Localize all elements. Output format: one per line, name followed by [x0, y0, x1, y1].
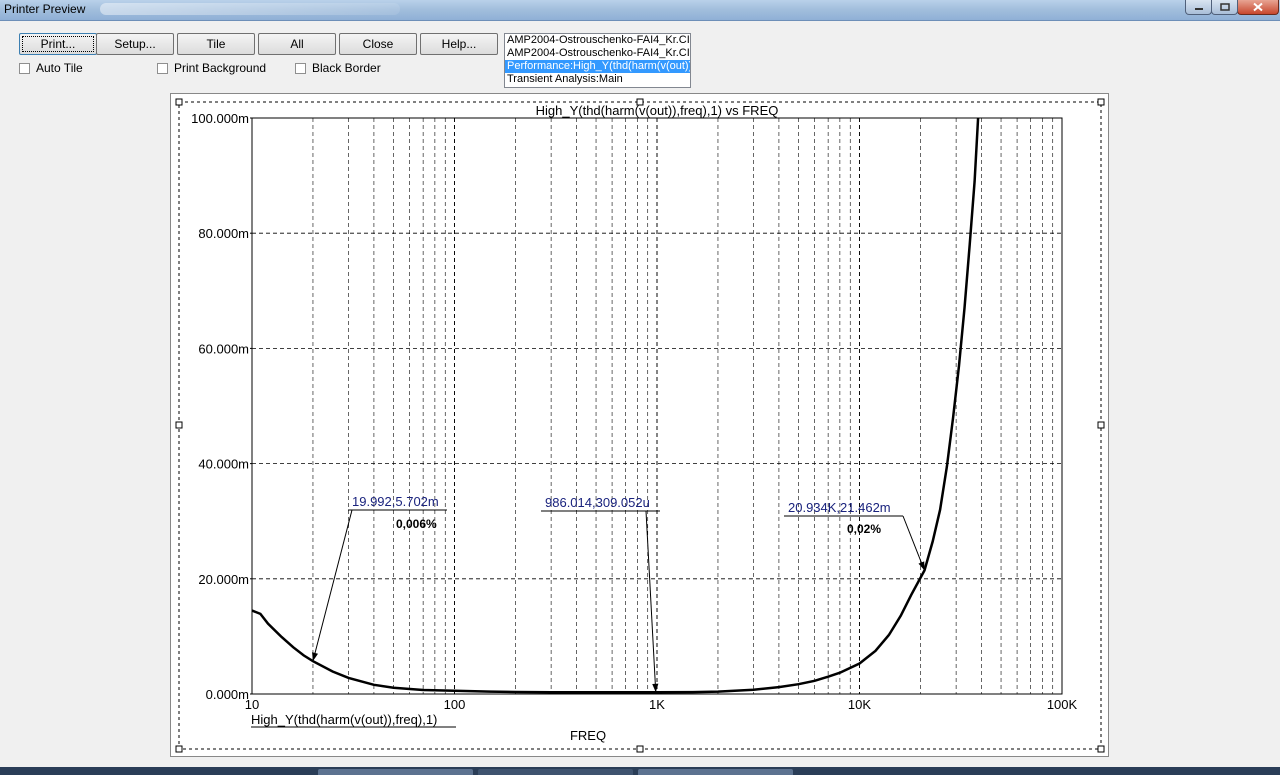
page-list-item[interactable]: AMP2004-Ostrouschenko-FAI4_Kr.CIR [505, 47, 690, 60]
x-tick-label: 100 [444, 697, 466, 712]
maximize-icon [1219, 3, 1230, 11]
checkbox-box[interactable] [19, 62, 30, 74]
minimize-window-button[interactable] [1185, 0, 1212, 15]
y-tick-label: 100.000m [191, 111, 249, 126]
y-tick-label: 80.000m [198, 226, 249, 241]
y-tick-label: 20.000m [198, 572, 249, 587]
y-tick-label: 0.000m [206, 687, 249, 702]
checkbox-box[interactable] [157, 62, 168, 74]
title-bar: Printer Preview [0, 0, 1280, 21]
resize-handle [636, 745, 644, 753]
window-title: Printer Preview [4, 2, 86, 16]
annotation-value: 0,02% [847, 522, 881, 536]
page-list-item[interactable]: AMP2004-Ostrouschenko-FAI4_Kr.CIR [505, 34, 690, 47]
thd-curve [251, 117, 980, 694]
annotation-leader [312, 509, 353, 662]
annotation-leader [902, 515, 925, 571]
x-tick-label: 10 [245, 697, 259, 712]
y-tick-label: 60.000m [198, 341, 249, 356]
taskbar-button[interactable] [318, 769, 473, 775]
auto-tile-label: Auto Tile [36, 61, 83, 75]
resize-handle [1097, 421, 1105, 429]
chart-title: High_Y(thd(harm(v(out)),freq),1) vs FREQ [536, 103, 779, 118]
x-tick-label: 100K [1047, 697, 1078, 712]
chart-grid [252, 118, 1062, 694]
tile-button[interactable]: Tile [177, 33, 255, 55]
close-window-button[interactable] [1237, 0, 1279, 15]
x-tick-label: 10K [848, 697, 871, 712]
close-button[interactable]: Close [339, 33, 417, 55]
print-background-label: Print Background [174, 61, 267, 75]
legend-series-label: High_Y(thd(harm(v(out)),freq),1) [251, 712, 437, 727]
annotation-label: 19.992,5.702m [352, 494, 439, 509]
resize-handle [175, 421, 183, 429]
page-list[interactable]: AMP2004-Ostrouschenko-FAI4_Kr.CIR AMP200… [504, 33, 691, 88]
taskbar-button[interactable] [478, 769, 633, 775]
minimize-icon [1194, 8, 1203, 10]
y-tick-label: 40.000m [198, 457, 249, 472]
chart-tick-labels: 0.000m 20.000m 40.000m 60.000m 80.000m 100.00… [191, 111, 1077, 712]
maximize-window-button[interactable] [1211, 0, 1238, 15]
thd-chart: 0.000m 20.000m 40.000m 60.000m 80.000m 100.00… [175, 98, 1105, 753]
black-border-label: Black Border [312, 61, 381, 75]
black-border-checkbox[interactable]: Black Border [295, 61, 381, 75]
x-tick-label: 1K [649, 697, 665, 712]
print-button[interactable]: Print... [19, 33, 97, 55]
checkbox-box[interactable] [295, 62, 306, 74]
resize-handle [175, 98, 183, 106]
selection-border [178, 101, 1102, 750]
annotation-arrow-icon [918, 561, 925, 571]
annotation-value: 0,006% [396, 517, 437, 531]
close-icon [1253, 2, 1263, 12]
resize-handle [1097, 98, 1105, 106]
resize-handle [175, 745, 183, 753]
annotation-arrow-icon [312, 652, 319, 662]
all-button[interactable]: All [258, 33, 336, 55]
setup-button[interactable]: Setup... [96, 33, 174, 55]
resize-handle [1097, 745, 1105, 753]
title-bar-blur [100, 3, 400, 15]
annotation-arrow-icon [652, 683, 659, 693]
page-list-item[interactable]: Transient Analysis:Main [505, 73, 690, 86]
x-axis-label: FREQ [570, 728, 606, 743]
page-list-item-selected[interactable]: Performance:High_Y(thd(harm(v(out)),freq… [505, 60, 690, 73]
annotation-label: 20.934K,21.462m [788, 500, 891, 515]
print-background-checkbox[interactable]: Print Background [157, 61, 266, 75]
annotation-label: 986.014,309.052u [545, 495, 650, 510]
print-preview-page: 0.000m 20.000m 40.000m 60.000m 80.000m 100.00… [170, 93, 1109, 757]
chart-annotations: 19.992,5.702m 0,006% 986.014,309.052u 20.93… [312, 494, 925, 693]
taskbar-button[interactable] [638, 769, 793, 775]
help-button[interactable]: Help... [420, 33, 498, 55]
auto-tile-checkbox[interactable]: Auto Tile [19, 61, 83, 75]
